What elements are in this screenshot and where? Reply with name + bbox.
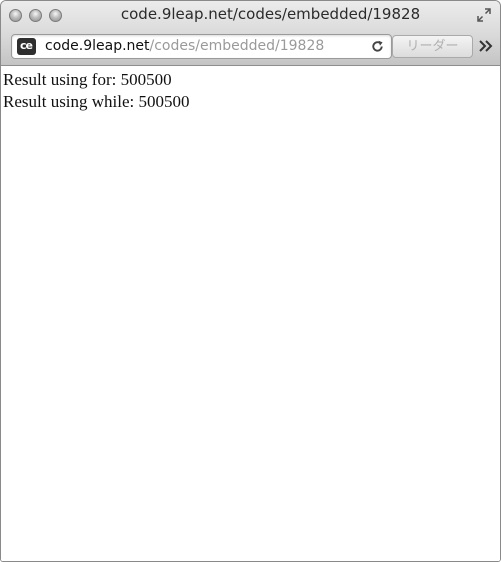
reader-button[interactable]: リーダー — [392, 35, 473, 58]
result-line-for: Result using for: 500500 — [3, 70, 172, 89]
url-host: code.9leap.net — [45, 38, 150, 54]
reload-icon[interactable] — [370, 39, 385, 54]
address-bar[interactable]: ce code.9leap.net/codes/embedded/19828 — [11, 34, 392, 59]
result-line-while: Result using while: 500500 — [3, 92, 190, 111]
minimize-icon[interactable] — [29, 9, 42, 22]
site-icon-text: ce — [20, 39, 33, 52]
window-title: code.9leap.net/codes/embedded/19828 — [120, 5, 421, 23]
close-icon[interactable] — [9, 9, 22, 22]
site-favicon: ce — [17, 38, 36, 55]
zoom-icon[interactable] — [49, 9, 62, 22]
url-path: /codes/embedded/19828 — [149, 38, 325, 54]
url-field[interactable]: code.9leap.net/codes/embedded/19828 — [45, 38, 324, 54]
chevron-double-right-icon[interactable] — [477, 37, 495, 55]
fullscreen-icon[interactable] — [477, 8, 491, 22]
title-bar: code.9leap.net/codes/embedded/19828 ce c… — [1, 1, 500, 66]
result-list: Result using for: 500500 Result using wh… — [1, 66, 500, 113]
browser-window: code.9leap.net/codes/embedded/19828 ce c… — [0, 0, 501, 562]
page-content: Result using for: 500500 Result using wh… — [1, 66, 500, 561]
